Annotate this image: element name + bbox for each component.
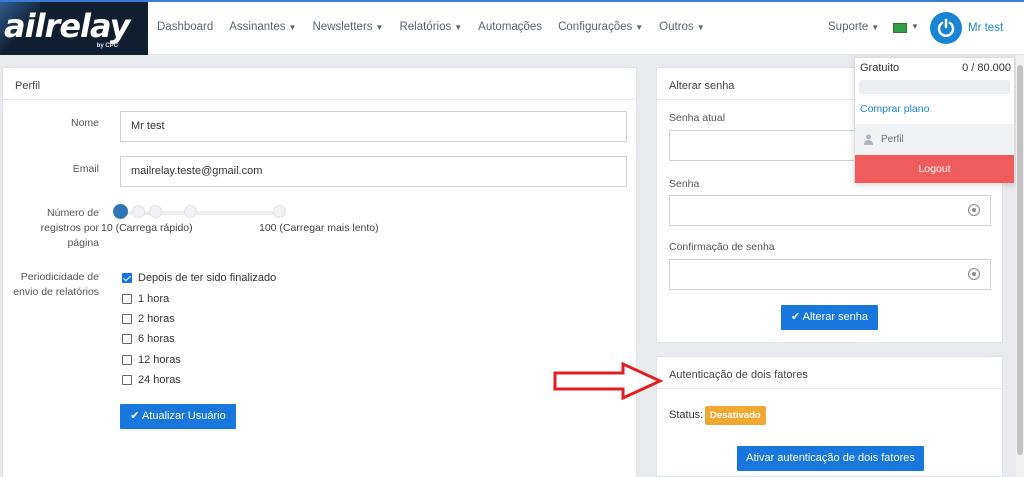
- logo-byline: by CPC: [96, 43, 118, 49]
- report-option-2h[interactable]: 2 horas: [122, 313, 175, 325]
- nav-dashboard[interactable]: Dashboard: [157, 21, 213, 33]
- records-slider-track[interactable]: [122, 211, 282, 215]
- slider-step[interactable]: [132, 205, 145, 218]
- profile-menu-item[interactable]: Perfil: [855, 124, 1014, 156]
- option-label: 12 horas: [138, 354, 181, 366]
- checkbox[interactable]: [122, 355, 132, 365]
- eye-icon[interactable]: [968, 204, 980, 216]
- caret-down-icon: ▼: [454, 23, 463, 32]
- logout-button[interactable]: Logout: [855, 155, 1014, 183]
- plan-name: Gratuito: [860, 62, 900, 74]
- nav-assinantes[interactable]: Assinantes ▼: [229, 21, 296, 33]
- new-password-field[interactable]: [669, 195, 991, 226]
- option-label: 2 horas: [138, 313, 175, 325]
- button-label: Alterar senha: [802, 311, 869, 323]
- slider-min-label: 10 (Carrega rápido): [101, 222, 193, 234]
- caret-down-icon[interactable]: ▼: [911, 22, 919, 31]
- profile-menu-label: Perfil: [881, 134, 904, 145]
- nav-label: Assinantes: [229, 21, 286, 33]
- support-menu[interactable]: Suporte ▼: [828, 21, 879, 33]
- nav-configuracoes[interactable]: Configurações ▼: [558, 21, 643, 33]
- nav-outros[interactable]: Outros ▼: [659, 21, 704, 33]
- update-user-button[interactable]: ✔ Atualizar Usuário: [120, 404, 236, 429]
- nav-label: Newsletters: [312, 21, 373, 33]
- option-label: Depois de ter sido finalizado: [138, 272, 277, 284]
- red-arrow-annotation: [553, 362, 663, 400]
- enable-2fa-button[interactable]: Ativar autenticação de dois fatores: [737, 446, 924, 471]
- new-password-label: Senha: [669, 178, 700, 190]
- option-label: 6 horas: [138, 333, 175, 345]
- report-option-6h[interactable]: 6 horas: [122, 333, 175, 345]
- checkbox[interactable]: [122, 375, 132, 385]
- report-option-finalized[interactable]: Depois de ter sido finalizado: [122, 272, 276, 284]
- two-factor-panel: Autenticação de dois fatores Status: Des…: [656, 356, 1003, 477]
- nav-label: Dashboard: [157, 21, 214, 33]
- nav-relatorios[interactable]: Relatórios ▼: [399, 21, 462, 33]
- slider-step[interactable]: [273, 205, 286, 218]
- eye-icon[interactable]: [968, 268, 980, 280]
- quota-progress-bar: [859, 80, 1010, 94]
- mailrelay-logo[interactable]: ailrelay by CPC: [0, 2, 148, 55]
- report-option-1h[interactable]: 1 hora: [122, 293, 169, 305]
- report-frequency-label: Periodicidade de envio de relatórios: [13, 271, 99, 298]
- report-option-12h[interactable]: 12 horas: [122, 354, 181, 366]
- email-label: Email: [72, 163, 99, 175]
- option-label: 24 horas: [138, 374, 181, 386]
- slider-step[interactable]: [149, 205, 162, 218]
- current-password-label: Senha atual: [669, 112, 726, 124]
- caret-down-icon: ▼: [288, 23, 297, 32]
- nav-label: Outros: [659, 21, 694, 33]
- profile-panel: Perfil Nome Mr test Email mailrelay.test…: [2, 67, 637, 477]
- main-nav: Dashboard Assinantes ▼ Newsletters ▼ Relat…: [157, 21, 705, 33]
- page-scrollbar[interactable]: [1016, 55, 1024, 477]
- user-icon: [864, 134, 873, 145]
- support-label: Suporte: [828, 21, 869, 33]
- nav-newsletters[interactable]: Newsletters ▼: [312, 21, 383, 33]
- slider-max-label: 100 (Carregar mais lento): [259, 222, 379, 234]
- records-per-page-label: Número de registros por página: [40, 207, 99, 249]
- nav-label: Configurações: [558, 21, 633, 33]
- top-navbar: ailrelay by CPC Dashboard Assinantes ▼ Ne…: [0, 0, 1024, 55]
- plan-row: Gratuito 0 / 80.000: [860, 62, 1011, 74]
- plan-quota: 0 / 80.000: [962, 62, 1011, 74]
- user-dropdown-menu: Gratuito 0 / 80.000 Comprar plano Perfil…: [854, 57, 1015, 183]
- user-menu[interactable]: Mr test: [968, 22, 1003, 34]
- buy-plan-link[interactable]: Comprar plano: [860, 103, 929, 115]
- logo-wordmark: ailrelay: [4, 7, 130, 45]
- panel-title: Perfil: [3, 68, 636, 100]
- change-password-button[interactable]: ✔ Alterar senha: [781, 305, 878, 330]
- records-slider-handle[interactable]: [113, 204, 128, 219]
- button-label: Atualizar Usuário: [141, 410, 226, 422]
- check-icon: ✔: [790, 311, 803, 323]
- caret-down-icon: ▼: [635, 23, 644, 32]
- scrollbar-thumb[interactable]: [1017, 65, 1023, 455]
- caret-down-icon: ▼: [375, 23, 384, 32]
- language-flag-icon[interactable]: [893, 23, 907, 33]
- status-label: Status:: [669, 409, 704, 421]
- nav-label: Relatórios: [399, 21, 452, 33]
- caret-down-icon: ▼: [871, 23, 880, 32]
- option-label: 1 hora: [138, 293, 170, 305]
- nav-label: Automações: [478, 21, 543, 33]
- check-icon: ✔: [130, 410, 142, 422]
- status-badge: Desativado: [705, 406, 766, 425]
- checkbox[interactable]: [122, 314, 132, 324]
- checkbox[interactable]: [122, 334, 132, 344]
- confirm-password-field[interactable]: [669, 259, 991, 290]
- checkbox[interactable]: [122, 294, 132, 304]
- name-field[interactable]: Mr test: [120, 111, 627, 142]
- checkbox[interactable]: [122, 273, 132, 283]
- power-icon[interactable]: [930, 12, 962, 44]
- report-option-24h[interactable]: 24 horas: [122, 374, 181, 386]
- name-label: Nome: [70, 117, 99, 129]
- caret-down-icon: ▼: [696, 23, 705, 32]
- confirm-password-label: Confirmação de senha: [669, 241, 775, 253]
- email-field[interactable]: mailrelay.teste@gmail.com: [120, 156, 627, 187]
- panel-title: Autenticação de dois fatores: [657, 357, 1002, 389]
- nav-automacoes[interactable]: Automações: [478, 21, 542, 33]
- slider-step[interactable]: [184, 205, 197, 218]
